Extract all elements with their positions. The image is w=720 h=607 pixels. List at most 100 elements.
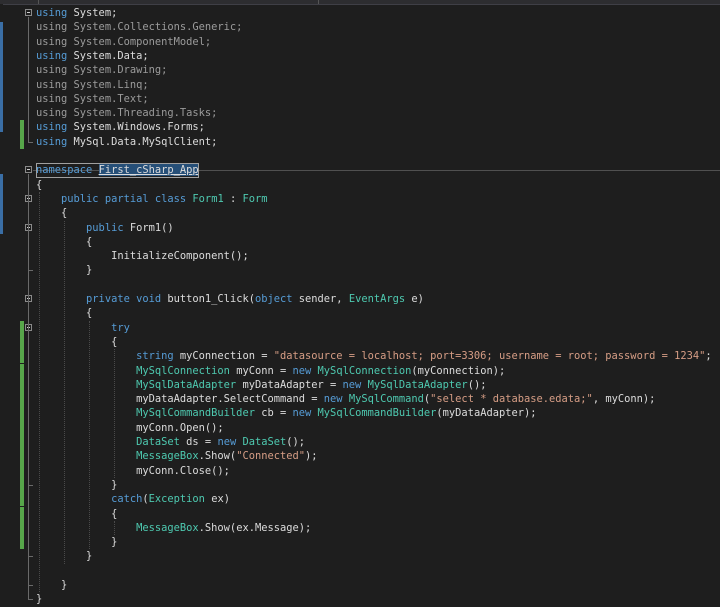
code-token: MySqlConnection [136, 364, 230, 377]
code-token: Exception [148, 493, 205, 506]
code-line[interactable]: } [0, 535, 720, 550]
code-line-text: using System.Windows.Forms; [36, 120, 205, 134]
code-line[interactable]: MessageBox.Show("Connected"); [0, 449, 720, 464]
outline-line [28, 331, 29, 485]
code-line[interactable]: { [0, 334, 720, 350]
code-line[interactable]: { [0, 206, 720, 220]
code-line[interactable]: { [0, 506, 720, 521]
code-line[interactable]: using System.Data; [0, 49, 720, 63]
code-line[interactable]: using System.Windows.Forms; [0, 120, 720, 135]
code-line[interactable]: catch(Exception ex) [0, 492, 720, 507]
code-token: System; [67, 7, 118, 19]
outline-line [28, 17, 29, 142]
change-marker [20, 134, 24, 149]
code-token: } [36, 593, 43, 606]
code-line[interactable]: { [0, 235, 720, 249]
code-line[interactable]: using System; [0, 6, 720, 20]
code-token: { [36, 207, 68, 220]
code-token: using [36, 135, 68, 148]
code-token: MessageBox [136, 521, 199, 534]
code-line[interactable] [0, 278, 720, 292]
code-line[interactable]: using System.Linq; [0, 78, 720, 92]
code-line[interactable]: namespace First_cSharp_App [0, 163, 720, 178]
change-marker [20, 377, 24, 393]
code-line-text: MySqlDataAdapter myDataAdapter = new MyS… [36, 378, 486, 392]
code-line-text: using System.Threading.Tasks; [36, 106, 217, 120]
code-line[interactable]: MessageBox.Show(ex.Message); [0, 520, 720, 536]
code-line-text: myConn.Close(); [36, 464, 230, 478]
code-line[interactable] [0, 149, 720, 163]
code-line[interactable]: } [0, 263, 720, 277]
outline-end [28, 141, 33, 143]
code-line-text: string myConnection = "datasource = loca… [36, 349, 712, 363]
code-line[interactable]: } [0, 549, 720, 563]
code-line[interactable]: } [0, 578, 720, 592]
code-token: } [36, 478, 118, 491]
code-token: : [223, 192, 243, 205]
code-line[interactable]: public Form1() [0, 221, 720, 235]
code-line[interactable]: using System.Text; [0, 92, 720, 106]
document-tab-strip[interactable] [0, 0, 720, 5]
code-token: new [292, 407, 312, 420]
code-line[interactable]: using System.ComponentModel; [0, 35, 720, 49]
code-line[interactable]: myConn.Open(); [0, 420, 720, 435]
code-token: (); [467, 378, 487, 391]
code-line[interactable]: { [0, 306, 720, 320]
code-token: System.Data; [67, 49, 149, 62]
code-line[interactable]: InitializeComponent(); [0, 249, 720, 263]
code-token: ); [305, 450, 318, 463]
code-token: , myConn); [592, 393, 656, 406]
code-line[interactable]: myDataAdapter.SelectCommand = new MySqlC… [0, 392, 720, 407]
code-token: "select * database.edata;" [430, 393, 593, 406]
code-token: DataSet [136, 436, 180, 448]
indent-guide [64, 220, 65, 564]
code-line-text: using System; [36, 6, 117, 20]
code-line[interactable]: try [0, 320, 720, 335]
code-line[interactable]: DataSet ds = new DataSet(); [0, 435, 720, 450]
code-token: DataSet [242, 436, 287, 448]
collapse-icon[interactable] [25, 166, 32, 174]
code-line[interactable]: { [0, 178, 720, 192]
code-token: .Show( [198, 450, 237, 463]
code-line[interactable]: public partial class Form1 : Form [0, 192, 720, 206]
code-token: MySqlConnection [317, 364, 412, 377]
code-editor[interactable]: using System; using System.Collections.Ge… [0, 0, 720, 605]
collapse-icon[interactable] [25, 9, 32, 16]
code-line[interactable]: } [0, 592, 720, 606]
code-line-text: } [36, 578, 67, 592]
code-line[interactable]: using MySql.Data.MySqlClient; [0, 134, 720, 149]
code-line-text: private void button1_Click(object sender… [36, 292, 424, 306]
change-marker [20, 449, 24, 464]
code-token: .Show(ex.Message); [198, 521, 312, 534]
code-token: using System.Drawing; [36, 64, 168, 77]
code-line[interactable]: private void button1_Click(object sender… [0, 292, 720, 306]
code-line[interactable]: using System.Collections.Generic; [0, 20, 720, 34]
code-token: "Connected" [236, 450, 306, 463]
code-line[interactable]: using System.Drawing; [0, 63, 720, 77]
change-marker [20, 492, 24, 507]
code-line[interactable]: MySqlDataAdapter myDataAdapter = new MyS… [0, 377, 720, 393]
code-token: Form1() [123, 221, 174, 234]
code-line[interactable] [0, 564, 720, 578]
selected-namespace-name[interactable]: First_cSharp_App [98, 164, 199, 177]
code-token: e) [405, 293, 424, 305]
code-token: MessageBox [136, 450, 199, 463]
code-line-text: MySqlCommandBuilder cb = new MySqlComman… [36, 406, 536, 420]
change-marker [20, 477, 24, 493]
code-line[interactable]: MySqlConnection myConn = new MySqlConnec… [0, 363, 720, 378]
code-line[interactable]: MySqlCommandBuilder cb = new MySqlComman… [0, 406, 720, 421]
change-marker [20, 463, 24, 478]
change-marker [20, 334, 24, 350]
code-line[interactable]: } [0, 477, 720, 493]
code-line-text: } [36, 478, 117, 492]
code-line[interactable]: myConn.Close(); [0, 463, 720, 478]
code-line[interactable]: using System.Threading.Tasks; [0, 106, 720, 120]
code-line[interactable]: string myConnection = "datasource = loca… [0, 349, 720, 364]
code-token: (myConnection); [411, 364, 506, 377]
code-token: MySqlCommand [348, 393, 424, 406]
code-token: new [292, 364, 312, 377]
code-line-text: DataSet ds = new DataSet(); [36, 435, 305, 449]
